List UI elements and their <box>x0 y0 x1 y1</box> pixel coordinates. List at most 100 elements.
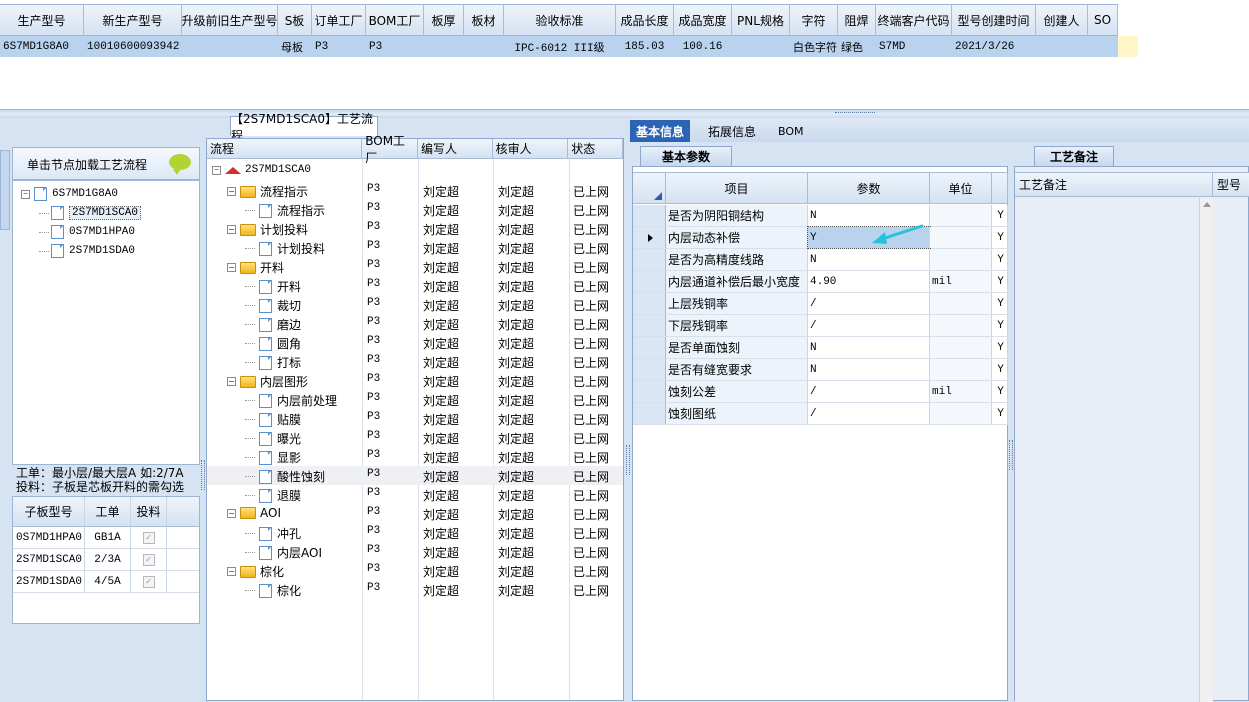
table-row[interactable]: 2S7MD1SDA0 4/5A ✓ <box>13 571 199 593</box>
right-splitter-grip-icon[interactable] <box>1009 440 1013 470</box>
process-row[interactable]: − 流程指示 P3 刘定超 刘定超 已上网 <box>207 181 623 200</box>
collapse-icon[interactable]: − <box>227 377 236 386</box>
param-value-field[interactable]: / <box>808 403 930 424</box>
param-row[interactable]: 下层残铜率 / Y <box>633 315 1008 337</box>
grid-cell[interactable]: 绿色 <box>838 36 876 57</box>
header-item[interactable]: 项目 <box>666 173 808 203</box>
row-header[interactable] <box>633 359 666 380</box>
param-row[interactable]: 是否为阴阳铜结构 N Y <box>633 205 1008 227</box>
collapse-icon[interactable]: − <box>227 567 236 576</box>
param-value-field[interactable]: N <box>808 359 930 380</box>
grid-cell[interactable] <box>424 36 464 57</box>
param-row[interactable]: 内层动态补偿 Y Y <box>633 226 1008 249</box>
board-tree-node[interactable]: 2S7MD1SDA0 <box>39 242 135 260</box>
feed-checkbox[interactable]: ✓ <box>142 531 155 544</box>
column-header[interactable]: 子板型号 <box>13 497 85 526</box>
grid-cell[interactable]: 母板 <box>278 36 312 57</box>
splitter-grip-icon[interactable] <box>835 112 875 115</box>
grid-cell[interactable] <box>182 36 278 57</box>
craft-scrollbar[interactable] <box>1199 198 1213 702</box>
row-header[interactable] <box>633 315 666 336</box>
model-grid-row[interactable]: 6S7MD1G8A0 10010600093942 母板 P3 P3 IPC-6012 I… <box>0 36 1138 57</box>
param-row[interactable]: 蚀刻图纸 / Y <box>633 403 1008 425</box>
feed-checkbox[interactable]: ✓ <box>142 553 155 566</box>
column-header[interactable]: 板材 <box>464 5 504 35</box>
row-header[interactable] <box>633 337 666 358</box>
param-row[interactable]: 蚀刻公差 / mil Y <box>633 381 1008 403</box>
row-header[interactable] <box>633 205 666 226</box>
process-row[interactable]: 磨边 P3 刘定超 刘定超 已上网 <box>207 314 623 333</box>
collapse-icon[interactable]: − <box>227 263 236 272</box>
row-header[interactable] <box>633 293 666 314</box>
collapse-icon[interactable]: − <box>227 508 236 518</box>
column-header[interactable]: PNL规格 <box>732 5 790 35</box>
grid-cell[interactable] <box>1088 36 1118 57</box>
column-header[interactable]: SO <box>1088 5 1118 35</box>
column-header[interactable]: 核审人 <box>493 139 569 158</box>
table-row[interactable]: 2S7MD1SCA0 2/3A ✓ <box>13 549 199 571</box>
collapse-icon[interactable]: − <box>212 165 221 175</box>
table-row[interactable]: 0S7MD1HPA0 GB1A ✓ <box>13 527 199 549</box>
process-row[interactable]: 显影 P3 刘定超 刘定超 已上网 <box>207 447 623 466</box>
column-header[interactable]: 验收标准 <box>504 5 616 35</box>
column-header[interactable]: 生产型号 <box>0 5 84 35</box>
header-unit[interactable]: 单位 <box>930 173 992 203</box>
grid-cell[interactable]: 100.16 <box>674 36 732 57</box>
process-row[interactable]: − 计划投料 P3 刘定超 刘定超 已上网 <box>207 219 623 238</box>
tab-basic-params[interactable]: 基本参数 <box>640 146 732 166</box>
order-cell[interactable]: 4/5A <box>85 571 131 592</box>
tab-basic-info[interactable]: 基本信息 <box>630 120 691 142</box>
param-value-field[interactable]: / <box>808 315 930 336</box>
grid-cell[interactable]: 白色字符 <box>790 36 838 57</box>
process-row[interactable]: 流程指示 P3 刘定超 刘定超 已上网 <box>207 200 623 219</box>
collapse-icon[interactable]: − <box>21 189 30 199</box>
row-header[interactable] <box>633 381 666 402</box>
column-header[interactable]: 新生产型号 <box>84 5 182 35</box>
process-root[interactable]: − 2S7MD1SCA0 <box>207 162 623 181</box>
craft-notes-body[interactable] <box>1015 198 1213 702</box>
column-header[interactable]: 型号创建时间 <box>952 5 1036 35</box>
param-row[interactable]: 是否单面蚀刻 N Y <box>633 337 1008 359</box>
feed-checkbox[interactable]: ✓ <box>142 575 155 588</box>
grid-cell[interactable]: P3 <box>366 36 424 57</box>
param-row[interactable]: 内层通道补偿后最小宽度 4.90 mil Y <box>633 271 1008 293</box>
process-row[interactable]: 曝光 P3 刘定超 刘定超 已上网 <box>207 428 623 447</box>
column-header[interactable]: 板厚 <box>424 5 464 35</box>
column-header[interactable]: 字符 <box>790 5 838 35</box>
column-header[interactable]: BOM工厂 <box>362 134 418 165</box>
column-header[interactable]: 升级前旧生产型号 <box>182 5 278 35</box>
column-header[interactable]: 成品长度 <box>616 5 674 35</box>
grid-cell[interactable] <box>464 36 504 57</box>
column-header[interactable]: 工单 <box>85 497 131 526</box>
grid-cell[interactable]: 185.03 <box>616 36 674 57</box>
process-row[interactable]: 冲孔 P3 刘定超 刘定超 已上网 <box>207 523 623 542</box>
collapse-icon[interactable]: − <box>227 187 236 196</box>
column-header[interactable]: 订单工厂 <box>312 5 366 35</box>
header-model[interactable]: 型号 <box>1213 173 1249 196</box>
column-header[interactable]: 创建人 <box>1036 5 1088 35</box>
row-header[interactable] <box>633 271 666 292</box>
grid-cell[interactable]: S7MD <box>876 36 952 57</box>
board-tree-node[interactable]: 2S7MD1SCA0 <box>39 204 142 222</box>
process-row[interactable]: 裁切 P3 刘定超 刘定超 已上网 <box>207 295 623 314</box>
left-collapse-tab[interactable] <box>0 150 10 230</box>
process-row[interactable]: 退膜 P3 刘定超 刘定超 已上网 <box>207 485 623 504</box>
grid-cell[interactable]: 6S7MD1G8A0 <box>0 36 84 57</box>
board-tree-node[interactable]: 0S7MD1HPA0 <box>39 223 135 241</box>
column-header[interactable]: BOM工厂 <box>366 5 424 35</box>
grid-cell[interactable]: P3 <box>312 36 366 57</box>
process-row[interactable]: 贴膜 P3 刘定超 刘定超 已上网 <box>207 409 623 428</box>
grid-cell[interactable]: IPC-6012 III级 <box>504 36 616 57</box>
param-row[interactable]: 是否有缝宽要求 N Y <box>633 359 1008 381</box>
process-row[interactable]: − 开料 P3 刘定超 刘定超 已上网 <box>207 257 623 276</box>
row-header[interactable] <box>633 403 666 424</box>
process-row[interactable]: 内层前处理 P3 刘定超 刘定超 已上网 <box>207 390 623 409</box>
row-header[interactable] <box>633 227 666 248</box>
order-cell[interactable]: 2/3A <box>85 549 131 570</box>
grid-cell[interactable] <box>1036 36 1088 57</box>
tab-extended-info[interactable]: 拓展信息 <box>702 120 762 142</box>
process-row[interactable]: 圆角 P3 刘定超 刘定超 已上网 <box>207 333 623 352</box>
grid-cell[interactable] <box>732 36 790 57</box>
param-value-field[interactable]: / <box>808 381 930 402</box>
param-row[interactable]: 上层残铜率 / Y <box>633 293 1008 315</box>
